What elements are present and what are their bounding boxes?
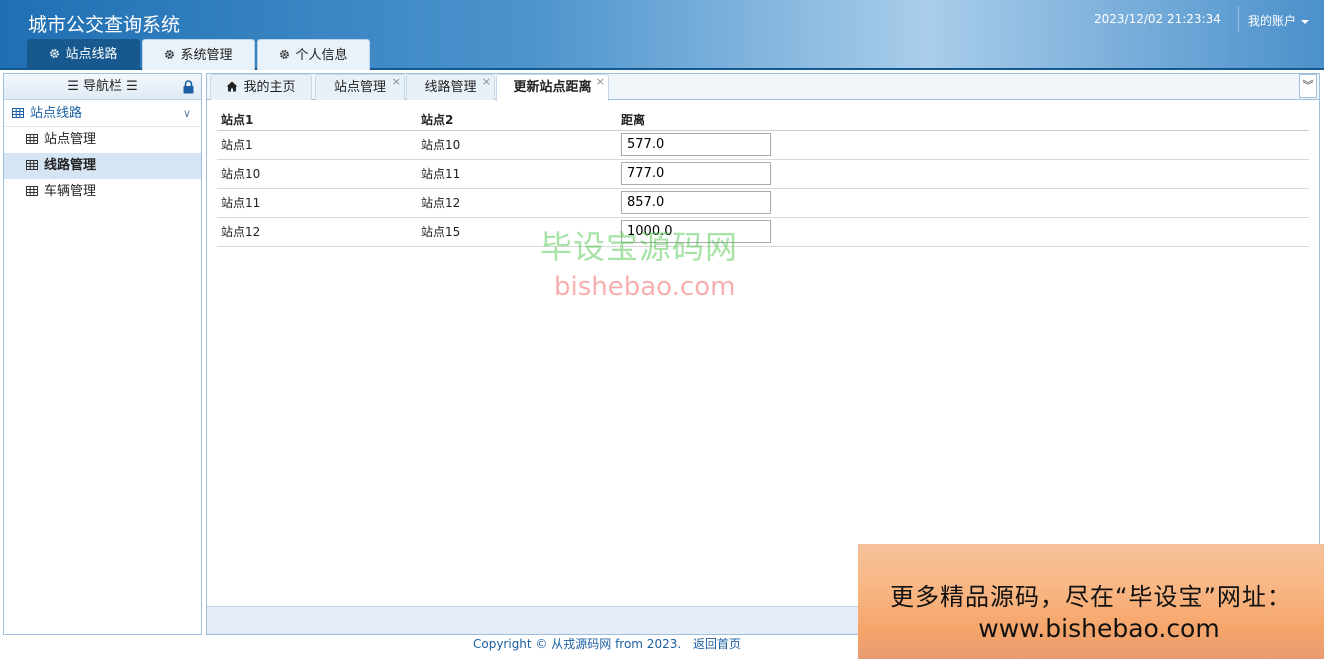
- cell-station1: 站点1: [217, 130, 417, 160]
- top-tab-system-management[interactable]: 系统管理: [142, 39, 255, 70]
- distance-input[interactable]: [621, 162, 771, 185]
- cell-station1: 站点10: [217, 159, 417, 189]
- datetime-display: 2023/12/02 21:23:34: [1094, 12, 1221, 26]
- cell-station2: 站点11: [417, 159, 617, 189]
- tab-label: 线路管理: [424, 80, 477, 95]
- banner-headline: 更多精品源码，尽在“毕设宝”网址：: [890, 583, 1292, 611]
- distance-input[interactable]: [621, 191, 771, 214]
- watermark-text: 毕设宝源码网: [540, 228, 739, 266]
- table-row: 站点12 站点15: [217, 217, 1309, 247]
- table-icon: [26, 160, 38, 170]
- cell-station2: 站点10: [417, 130, 617, 160]
- nav-group-label: 站点线路: [30, 106, 83, 121]
- table-icon: [12, 108, 24, 118]
- sidebar-item-label: 车辆管理: [44, 184, 97, 199]
- tab-update-station-distance[interactable]: 更新站点距离 ×: [496, 74, 609, 101]
- double-chevron-down-icon[interactable]: ︾: [1299, 74, 1317, 98]
- tab-station-management[interactable]: 站点管理 ×: [315, 74, 405, 100]
- close-icon[interactable]: ×: [482, 69, 491, 95]
- home-link[interactable]: 返回首页: [693, 637, 741, 651]
- tab-home[interactable]: 我的主页: [210, 74, 312, 100]
- table-header-row: 站点1 站点2 距离: [217, 110, 1309, 131]
- account-label: 我的账户: [1248, 14, 1297, 28]
- tab-route-management[interactable]: 线路管理 ×: [406, 74, 495, 100]
- cell-station1: 站点12: [217, 217, 417, 247]
- menu-icon: ☰: [67, 79, 79, 94]
- top-tab-label: 系统管理: [180, 48, 233, 63]
- column-header-station1: 站点1: [217, 110, 417, 131]
- table-row: 站点11 站点12: [217, 188, 1309, 218]
- nav-title: 导航栏: [82, 79, 122, 94]
- distance-table: 站点1 站点2 距离 站点1 站点10 站点10 站点11 站点11 站点12: [217, 110, 1309, 247]
- nav-header: ☰ 导航栏 ☰: [4, 74, 201, 100]
- banner-url: www.bishebao.com: [978, 614, 1220, 643]
- chevron-down-icon: ∨: [182, 107, 191, 120]
- home-icon: [226, 81, 238, 92]
- tab-label: 站点管理: [333, 80, 386, 95]
- table-row: 站点10 站点11: [217, 159, 1309, 189]
- table-icon: [26, 186, 38, 196]
- tab-label: 我的主页: [243, 80, 296, 95]
- column-header-station2: 站点2: [417, 110, 617, 131]
- gear-icon: [50, 49, 60, 58]
- table-icon: [26, 134, 38, 144]
- table-row: 站点1 站点10: [217, 130, 1309, 160]
- sidebar-item-label: 站点管理: [44, 132, 97, 147]
- sidebar-nav: ☰ 导航栏 ☰ 站点线路 ∨ 站点管理 线路管理 车辆管理: [3, 73, 202, 635]
- gear-icon: [280, 50, 290, 59]
- caret-down-icon: [1301, 19, 1310, 24]
- top-tab-label: 个人信息: [295, 48, 348, 63]
- tab-bar: 我的主页 站点管理 × 线路管理 × 更新站点距离 × ︾: [207, 74, 1319, 101]
- cell-station2: 站点12: [417, 188, 617, 218]
- sidebar-item-vehicle-management[interactable]: 车辆管理: [4, 179, 201, 205]
- watermark-url: bishebao.com: [554, 272, 736, 302]
- distance-input[interactable]: [621, 133, 771, 156]
- tab-label: 更新站点距离: [513, 80, 592, 95]
- gear-icon: [165, 50, 175, 59]
- cell-station1: 站点11: [217, 188, 417, 218]
- sidebar-item-station-management[interactable]: 站点管理: [4, 127, 201, 153]
- top-tab-stations-routes[interactable]: 站点线路: [27, 39, 140, 70]
- app-title: 城市公交查询系统: [28, 14, 181, 36]
- lock-icon[interactable]: [183, 80, 194, 94]
- header-divider: [1238, 6, 1239, 32]
- top-tab-label: 站点线路: [65, 47, 118, 62]
- menu-icon: ☰: [126, 79, 138, 94]
- sidebar-item-route-management[interactable]: 线路管理: [4, 153, 201, 179]
- sidebar-item-label: 线路管理: [44, 158, 97, 173]
- account-menu[interactable]: 我的账户: [1248, 12, 1310, 29]
- nav-group-stations-routes[interactable]: 站点线路 ∨: [4, 100, 201, 127]
- promo-banner[interactable]: 更多精品源码，尽在“毕设宝”网址： www.bishebao.com: [858, 544, 1324, 659]
- close-icon[interactable]: ×: [596, 69, 605, 95]
- copyright-text: Copyright © 从戎源码网 from 2023.: [472, 637, 682, 651]
- app-header: 城市公交查询系统 2023/12/02 21:23:34 我的账户 站点线路 系…: [0, 0, 1324, 70]
- top-tab-personal-info[interactable]: 个人信息: [257, 39, 370, 70]
- close-icon[interactable]: ×: [392, 69, 401, 95]
- column-header-distance: 距离: [617, 110, 1309, 131]
